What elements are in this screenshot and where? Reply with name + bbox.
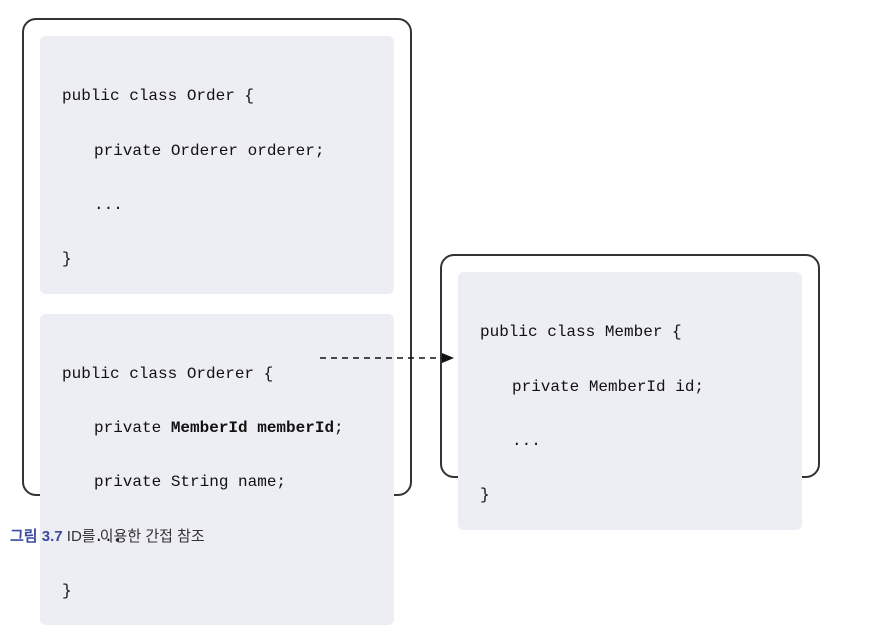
code-line: } bbox=[480, 482, 780, 509]
code-block-orderer: public class Orderer { private MemberId … bbox=[40, 314, 394, 625]
code-block-member: public class Member { private MemberId i… bbox=[458, 272, 802, 530]
diagram-area: public class Order { private Orderer ord… bbox=[10, 10, 860, 510]
code-line: public class Member { bbox=[480, 319, 780, 346]
code-line: public class Orderer { bbox=[62, 361, 372, 388]
code-line: public class Order { bbox=[62, 83, 372, 110]
figure-caption: 그림 3.7 ID를 이용한 간접 참조 bbox=[10, 525, 205, 546]
caption-text: ID를 이용한 간접 참조 bbox=[63, 528, 205, 545]
left-aggregate-box: public class Order { private Orderer ord… bbox=[22, 18, 412, 496]
bold-member-id: MemberId memberId bbox=[171, 419, 334, 437]
caption-label: 그림 3.7 bbox=[10, 528, 63, 545]
code-line: private String name; bbox=[62, 469, 372, 496]
code-line: } bbox=[62, 246, 372, 273]
code-line: ... bbox=[62, 192, 372, 219]
code-line: private MemberId id; bbox=[480, 374, 780, 401]
code-text: ; bbox=[334, 419, 344, 437]
code-line: } bbox=[62, 578, 372, 605]
code-line: ... bbox=[480, 428, 780, 455]
code-line: private Orderer orderer; bbox=[62, 138, 372, 165]
right-aggregate-box: public class Member { private MemberId i… bbox=[440, 254, 820, 478]
code-text: private bbox=[94, 419, 171, 437]
code-block-order: public class Order { private Orderer ord… bbox=[40, 36, 394, 294]
code-line: private MemberId memberId; bbox=[62, 415, 372, 442]
